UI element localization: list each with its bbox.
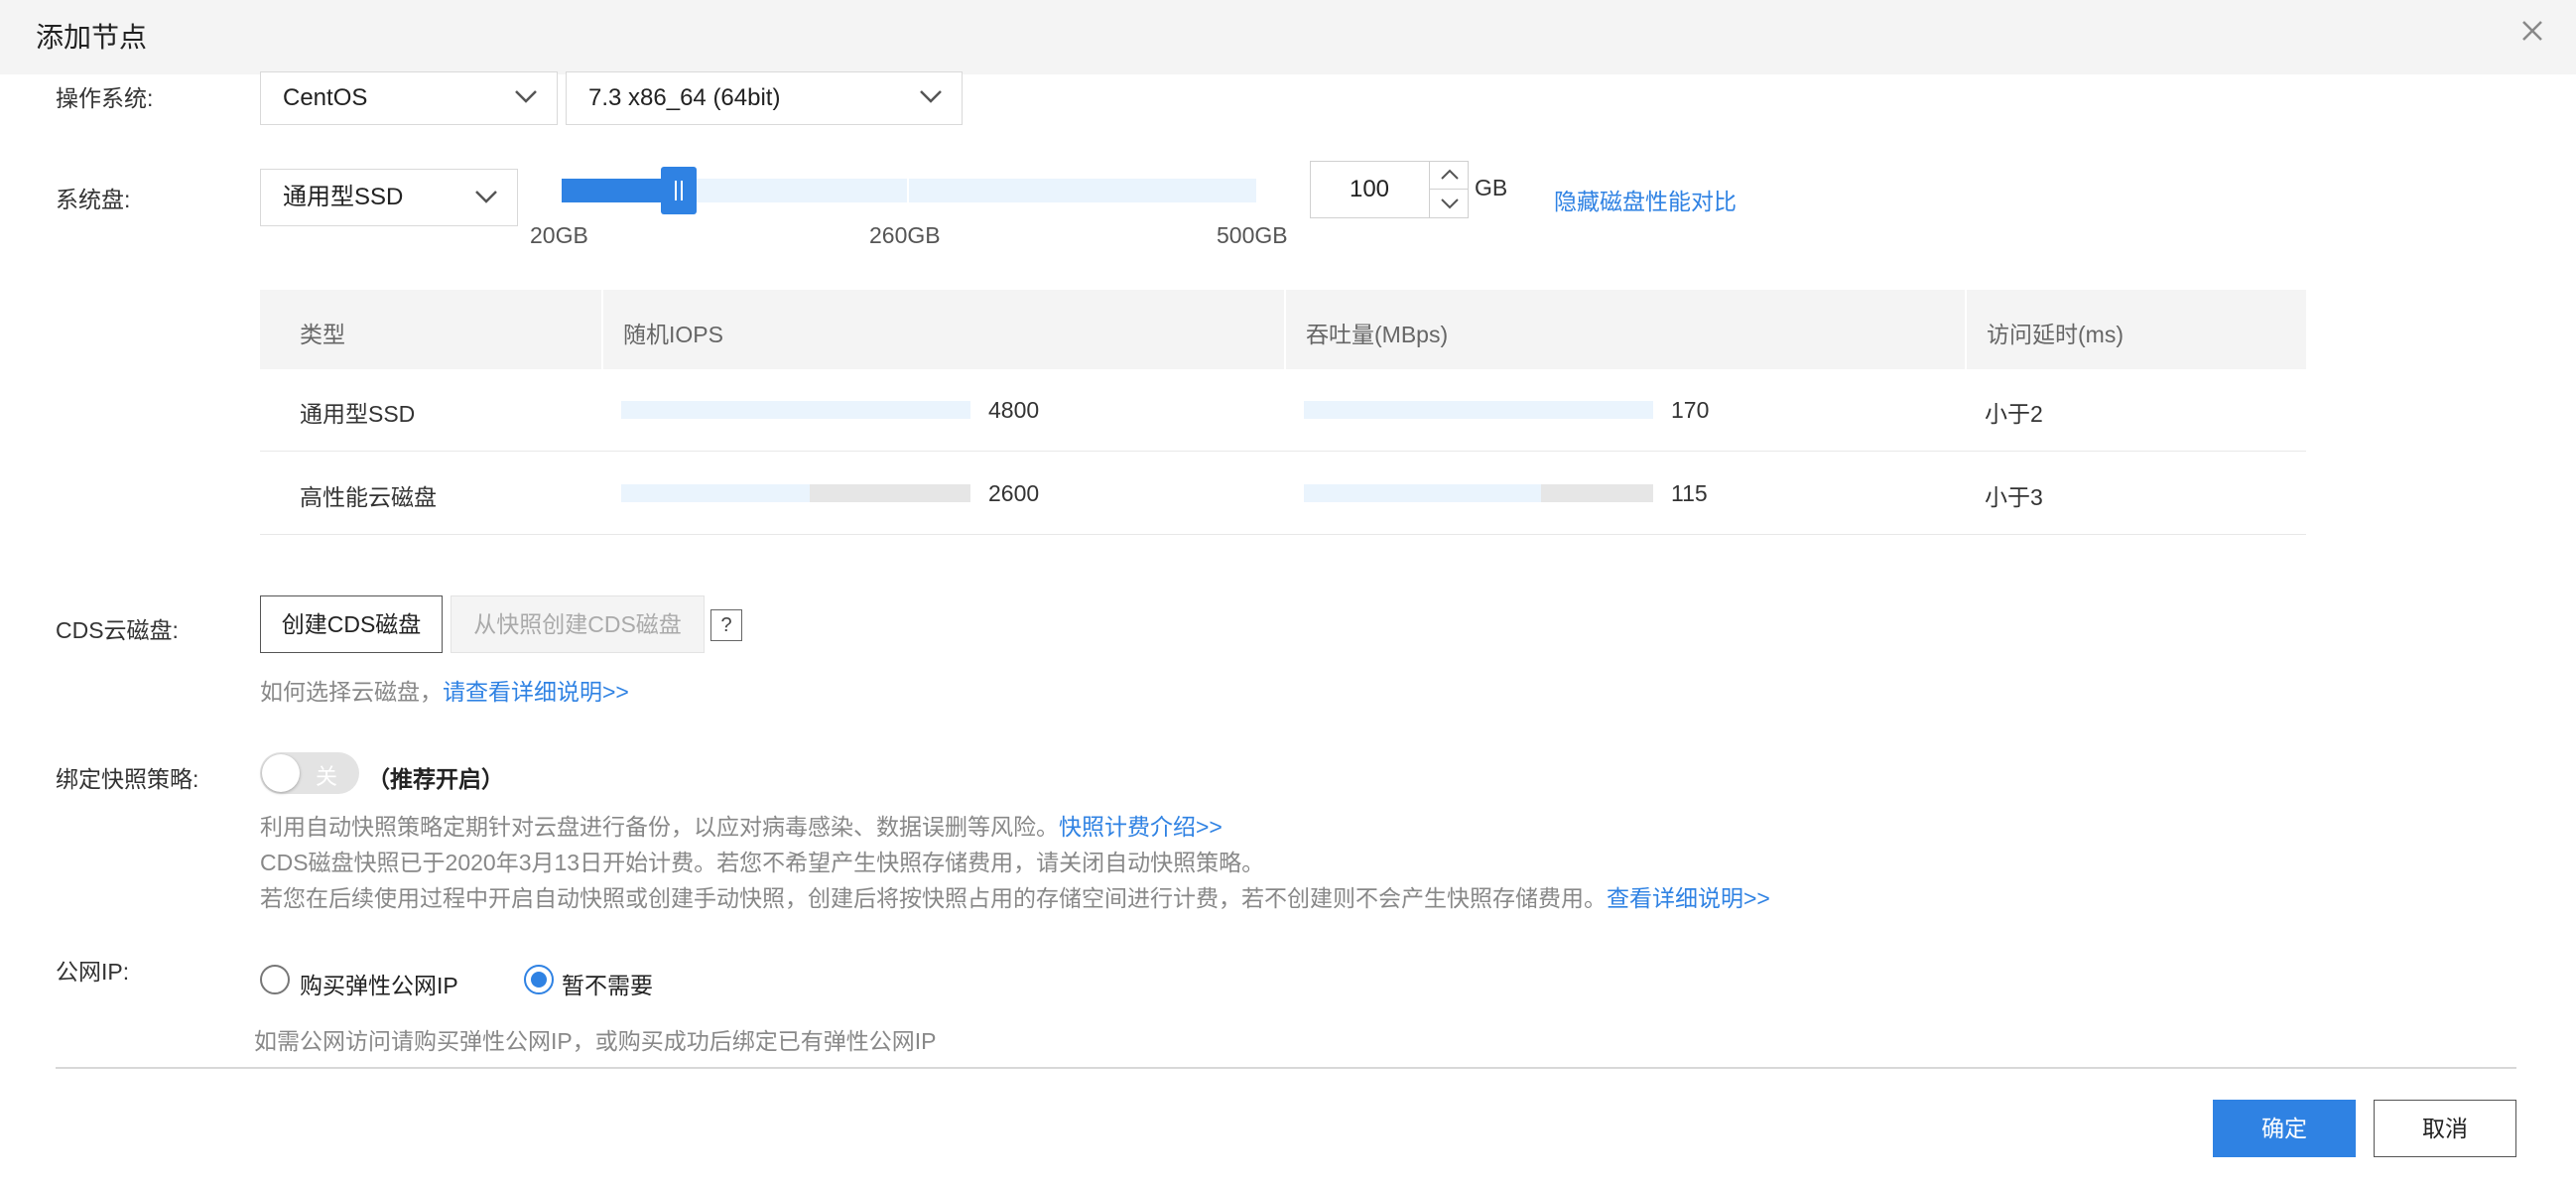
snapshot-recommend: （推荐开启） xyxy=(367,766,504,792)
disk-size-value: 100 xyxy=(1349,176,1390,202)
snapshot-hint-line3-text: 若您在后续使用过程中开启自动快照或创建手动快照，创建后将按快照占用的存储空间进行… xyxy=(260,885,1607,911)
row-hdd-iops: 2600 xyxy=(988,480,1040,506)
os-version-select[interactable]: 7.3 x86_64 (64bit) xyxy=(566,71,963,125)
os-type-value: CentOS xyxy=(283,84,368,111)
iops-bar xyxy=(621,401,970,419)
radio-not-needed-label[interactable]: 暂不需要 xyxy=(562,967,653,1000)
disk-size-unit: GB xyxy=(1475,175,1508,200)
snapshot-hint-line3: 若您在后续使用过程中开启自动快照或创建手动快照，创建后将按快照占用的存储空间进行… xyxy=(260,879,1770,913)
snapshot-hint-line2: CDS磁盘快照已于2020年3月13日开始计费。若您不希望产生快照存储费用，请关… xyxy=(260,850,1265,875)
column-header-throughput: 吞吐量(MBps) xyxy=(1306,322,1449,347)
row-ssd-iops: 4800 xyxy=(988,397,1040,423)
create-cds-from-snapshot-button[interactable]: 从快照创建CDS磁盘 xyxy=(451,595,705,653)
toggle-knob xyxy=(262,754,300,792)
throughput-bar xyxy=(1304,484,1541,502)
toggle-state: 关 xyxy=(316,764,338,789)
column-divider xyxy=(1284,290,1286,369)
system-disk-label: 系统盘: xyxy=(56,187,131,212)
os-label: 操作系统: xyxy=(56,85,154,111)
chevron-up-icon[interactable] xyxy=(1430,161,1469,189)
chevron-down-icon xyxy=(475,191,497,203)
row-hdd-type: 高性能云磁盘 xyxy=(300,484,437,510)
radio-buy-eip-label[interactable]: 购买弹性公网IP xyxy=(300,967,458,1000)
slider-tick-min: 20GB xyxy=(530,222,588,248)
row-ssd-type: 通用型SSD xyxy=(300,401,416,427)
confirm-button[interactable]: 确定 xyxy=(2213,1100,2356,1157)
snapshot-hint-line1-text: 利用自动快照策略定期针对云盘进行备份，以应对病毒感染、数据误删等风险。 xyxy=(260,814,1059,840)
dialog-header xyxy=(0,0,2576,74)
chevron-down-icon xyxy=(920,90,942,103)
column-header-latency: 访问延时(ms) xyxy=(1987,322,2124,347)
snapshot-label: 绑定快照策略: xyxy=(56,766,199,792)
snapshot-pricing-link[interactable]: 快照计费介绍>> xyxy=(1059,814,1223,840)
column-header-type: 类型 xyxy=(300,322,345,347)
column-header-iops: 随机IOPS xyxy=(623,322,723,347)
help-icon[interactable]: ? xyxy=(710,609,742,641)
snapshot-detail-link[interactable]: 查看详细说明>> xyxy=(1607,885,1770,911)
close-icon[interactable] xyxy=(2515,14,2549,48)
disk-type-value: 通用型SSD xyxy=(283,184,404,210)
disk-size-slider-handle[interactable] xyxy=(661,167,697,214)
row-hdd-latency: 小于3 xyxy=(1985,484,2043,510)
create-cds-button[interactable]: 创建CDS磁盘 xyxy=(260,595,443,653)
chevron-down-icon[interactable] xyxy=(1430,189,1469,217)
slider-segment-divider xyxy=(907,179,909,202)
slider-tick-mid: 260GB xyxy=(869,222,941,248)
radio-not-needed[interactable] xyxy=(524,965,554,994)
public-ip-label: 公网IP: xyxy=(56,959,130,985)
public-ip-hint: 如需公网访问请购买弹性公网IP，或购买成功后绑定已有弹性公网IP xyxy=(254,1028,937,1054)
radio-buy-eip[interactable] xyxy=(260,965,290,994)
disk-type-select[interactable]: 通用型SSD xyxy=(260,169,518,226)
cds-detail-link[interactable]: 请查看详细说明>> xyxy=(443,679,629,705)
cancel-button[interactable]: 取消 xyxy=(2374,1100,2516,1157)
throughput-bar xyxy=(1304,401,1653,419)
dialog-title: 添加节点 xyxy=(36,22,148,53)
slider-tick-max: 500GB xyxy=(1217,222,1288,248)
column-divider xyxy=(601,290,603,369)
cds-label: CDS云磁盘: xyxy=(56,617,179,643)
row-ssd-latency: 小于2 xyxy=(1985,401,2043,427)
cds-hint: 如何选择云磁盘，请查看详细说明>> xyxy=(260,673,629,707)
row-hdd-throughput: 115 xyxy=(1671,480,1708,506)
hide-disk-compare-link[interactable]: 隐藏磁盘性能对比 xyxy=(1554,183,1737,216)
footer-divider xyxy=(56,1067,2516,1069)
os-version-value: 7.3 x86_64 (64bit) xyxy=(588,84,781,111)
snapshot-hint-line1: 利用自动快照策略定期针对云盘进行备份，以应对病毒感染、数据误删等风险。快照计费介… xyxy=(260,808,1223,842)
row-divider xyxy=(260,534,2306,535)
chevron-down-icon xyxy=(515,90,537,103)
cds-hint-text: 如何选择云磁盘， xyxy=(260,679,443,705)
row-divider xyxy=(260,451,2306,452)
column-divider xyxy=(1965,290,1967,369)
disk-size-stepper[interactable] xyxy=(1429,161,1469,218)
row-ssd-throughput: 170 xyxy=(1671,397,1710,423)
iops-bar xyxy=(621,484,810,502)
os-type-select[interactable]: CentOS xyxy=(260,71,558,125)
